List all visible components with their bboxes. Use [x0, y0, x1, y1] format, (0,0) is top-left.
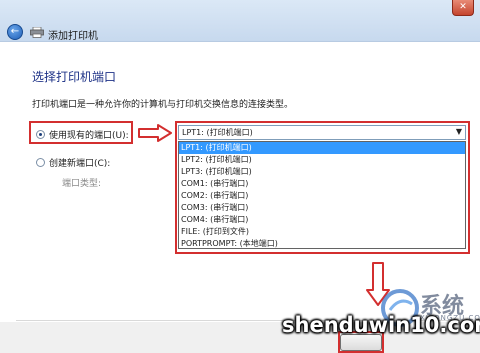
- port-type-label: 端口类型:: [62, 179, 102, 189]
- close-button[interactable]: ✕: [452, 0, 474, 16]
- create-new-port-radio[interactable]: [36, 158, 45, 167]
- add-printer-window: ✕ ← 添加打印机 选择打印机端口 打印机端口是一种允许你的计算机与打印机交换信…: [0, 0, 480, 353]
- title-bar: ✕ ← 添加打印机: [0, 0, 480, 42]
- create-new-port-label: 创建新端口(C):: [49, 159, 111, 169]
- page-description: 打印机端口是一种允许你的计算机与打印机交换信息的连接类型。: [32, 100, 294, 110]
- annotation-box-radio: [29, 121, 133, 144]
- annotation-box-dropdown: [175, 121, 470, 254]
- wizard-title: 添加打印机: [48, 31, 98, 42]
- page-heading: 选择打印机端口: [32, 70, 117, 84]
- watermark-text: shenduwin10.com: [282, 313, 480, 337]
- annotation-arrow-right-icon: [138, 124, 172, 142]
- back-arrow-icon[interactable]: ←: [7, 24, 23, 40]
- create-new-port-option[interactable]: 创建新端口(C):: [36, 156, 110, 169]
- printer-icon: [30, 27, 44, 38]
